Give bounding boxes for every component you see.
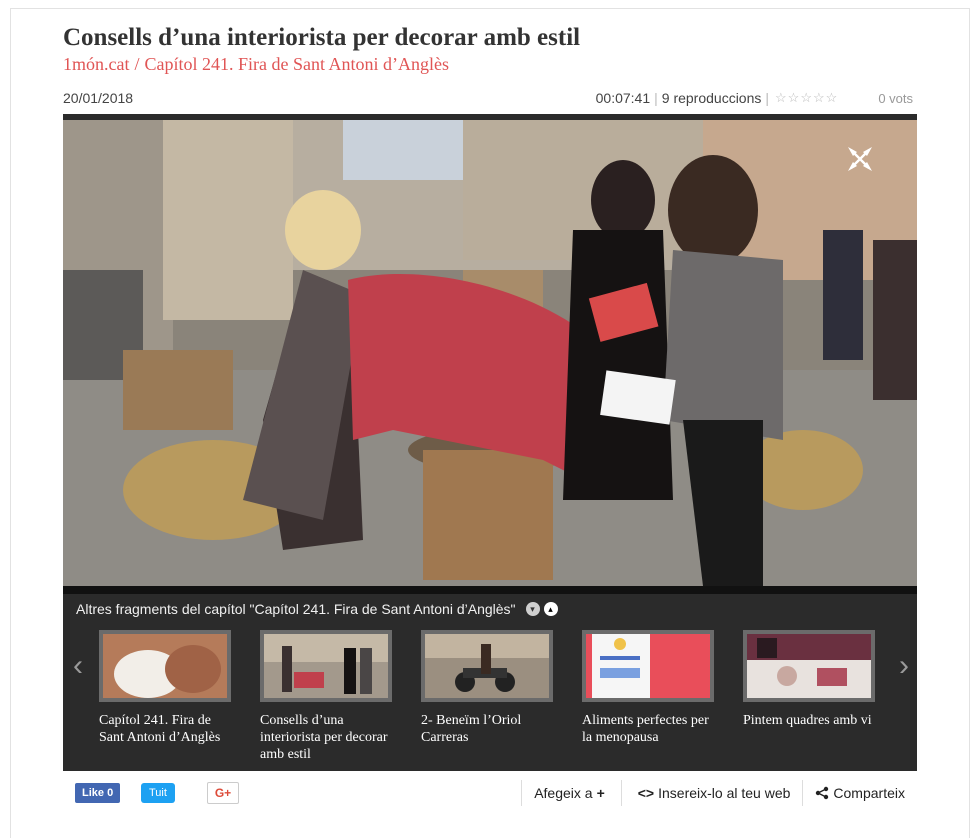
fragment-item[interactable]: Consells d’una interiorista per decorar … <box>260 630 400 770</box>
fragment-caption[interactable]: Aliments perfectes per la menopausa <box>582 712 722 746</box>
wine-painting-thumbnail <box>747 634 871 698</box>
divider: | <box>654 90 658 106</box>
fragment-caption[interactable]: Consells d’una interiorista per decorar … <box>260 712 400 763</box>
add-to-button[interactable]: Afegeix a + <box>521 780 621 806</box>
fragments-bar-top <box>63 586 917 594</box>
play-count: 9 reproduccions <box>661 90 762 106</box>
duration: 00:07:41 <box>595 90 651 106</box>
next-arrow-icon[interactable]: › <box>899 651 909 681</box>
fragment-carousel: Capítol 241. Fira de Sant Antoni d’Anglè… <box>99 630 889 770</box>
plus-icon: + <box>596 785 605 801</box>
fragments-heading: Altres fragments del capítol "Capítol 24… <box>76 601 558 617</box>
vote-count: 0 vots <box>878 90 913 106</box>
share-label: Comparteix <box>833 785 905 801</box>
video-still <box>63 120 917 586</box>
fragments-title: Altres fragments del capítol "Capítol 24… <box>76 601 516 617</box>
code-icon: <> <box>637 785 655 801</box>
fragment-caption[interactable]: Capítol 241. Fira de Sant Antoni d’Anglè… <box>99 712 239 746</box>
share-icon <box>816 786 829 800</box>
fragment-item[interactable]: Pintem quadres amb vi <box>743 630 883 770</box>
stats: 00:07:41 | 9 reproduccions | ☆☆☆☆☆ 0 vot… <box>596 90 913 106</box>
breadcrumb-episode-link[interactable]: Capítol 241. Fira de Sant Antoni d’Anglè… <box>145 54 449 74</box>
fragment-item[interactable]: Aliments perfectes per la menopausa <box>582 630 722 770</box>
action-links: Afegeix a + <> Insereix-lo al teu web Co… <box>521 780 917 806</box>
google-plus-button[interactable]: G+ <box>207 782 239 804</box>
collapse-icon[interactable]: ▾ <box>525 602 540 616</box>
thumbnail-image[interactable] <box>421 630 553 702</box>
rating-stars[interactable]: ☆☆☆☆☆ <box>775 90 838 106</box>
action-bar: Like 0 Tuit G+ Afegeix a + <> Insereix-l… <box>63 780 917 810</box>
thumbnail-image[interactable] <box>99 630 231 702</box>
fragment-item[interactable]: 2- Beneïm l’Oriol Carreras <box>421 630 561 770</box>
facebook-like-button[interactable]: Like 0 <box>75 783 121 803</box>
fragment-item[interactable]: Capítol 241. Fira de Sant Antoni d’Anglè… <box>99 630 239 770</box>
motorbike-thumbnail <box>425 634 549 698</box>
thumbnail-image[interactable] <box>743 630 875 702</box>
interior-thumbnail <box>264 634 388 698</box>
embed-label: Insereix-lo al teu web <box>658 785 791 801</box>
page-title: Consells d’una interiorista per decorar … <box>63 24 581 51</box>
fragment-caption[interactable]: 2- Beneïm l’Oriol Carreras <box>421 712 561 746</box>
prev-arrow-icon[interactable]: ‹ <box>73 651 83 681</box>
video-player: Altres fragments del capítol "Capítol 24… <box>63 114 917 771</box>
breadcrumb: 1món.cat / Capítol 241. Fira de Sant Anton… <box>63 54 449 75</box>
fragment-caption[interactable]: Pintem quadres amb vi <box>743 712 883 729</box>
publish-date: 20/01/2018 <box>63 90 134 106</box>
expand-up-icon[interactable]: ▴ <box>543 602 558 616</box>
thumbnail-image[interactable] <box>260 630 392 702</box>
menopause-thumbnail <box>586 634 710 698</box>
twitter-tweet-button[interactable]: Tuit <box>141 783 175 803</box>
expand-icon[interactable] <box>845 144 875 174</box>
share-button[interactable]: Comparteix <box>802 780 917 806</box>
sheep-thumbnail <box>103 634 227 698</box>
video-frame[interactable] <box>63 120 917 586</box>
breadcrumb-separator: / <box>134 54 140 74</box>
add-to-label: Afegeix a <box>534 785 593 801</box>
embed-button[interactable]: <> Insereix-lo al teu web <box>620 780 803 806</box>
breadcrumb-channel-link[interactable]: 1món.cat <box>63 54 129 74</box>
divider: | <box>765 90 770 106</box>
meta-row: 20/01/2018 00:07:41 | 9 reproduccions | … <box>63 90 913 108</box>
thumbnail-image[interactable] <box>582 630 714 702</box>
